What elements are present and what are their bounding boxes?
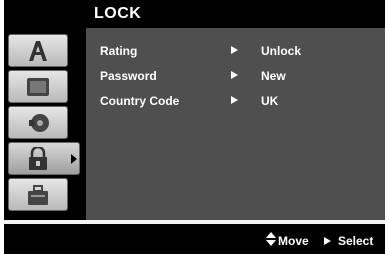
page-title: LOCK — [94, 5, 142, 22]
lock-icon — [29, 147, 47, 170]
sidebar-tab-language[interactable] — [8, 34, 68, 67]
language-icon — [29, 41, 47, 61]
sidebar-tab-display[interactable] — [8, 70, 68, 103]
menu-row-rating[interactable]: Rating Unlock — [86, 40, 385, 60]
move-hint-label: Move — [278, 234, 309, 248]
menu-row-value: Unlock — [261, 44, 302, 58]
sidebar-tab-lock[interactable] — [8, 142, 80, 175]
select-hint: Select — [324, 234, 373, 248]
menu-panel: Rating Unlock Password New Country Code … — [86, 28, 385, 220]
right-arrow-icon — [231, 96, 238, 104]
sidebar-tab-audio[interactable] — [8, 106, 68, 139]
audio-icon — [29, 114, 49, 132]
osd-screen: LOCK Rating Unlock Password New Country … — [4, 0, 385, 254]
title-bar: LOCK — [4, 0, 385, 28]
select-hint-label: Select — [338, 234, 374, 248]
right-arrow-icon — [231, 46, 238, 54]
menu-row-label: Country Code — [100, 94, 180, 108]
menu-row-value: UK — [261, 94, 279, 108]
others-icon — [28, 185, 48, 205]
display-icon — [27, 78, 49, 96]
move-hint: Move — [264, 234, 309, 248]
sidebar-tab-others[interactable] — [8, 178, 68, 211]
menu-row-password[interactable]: Password New — [86, 65, 385, 85]
right-arrow-icon — [231, 71, 238, 79]
menu-row-country-code[interactable]: Country Code UK — [86, 90, 385, 110]
active-tab-indicator-icon — [71, 154, 77, 164]
footer-bar: Move Select — [4, 224, 385, 254]
menu-row-value: New — [261, 69, 286, 83]
sidebar — [4, 28, 86, 220]
menu-row-label: Rating — [100, 44, 138, 58]
menu-row-label: Password — [100, 69, 157, 83]
